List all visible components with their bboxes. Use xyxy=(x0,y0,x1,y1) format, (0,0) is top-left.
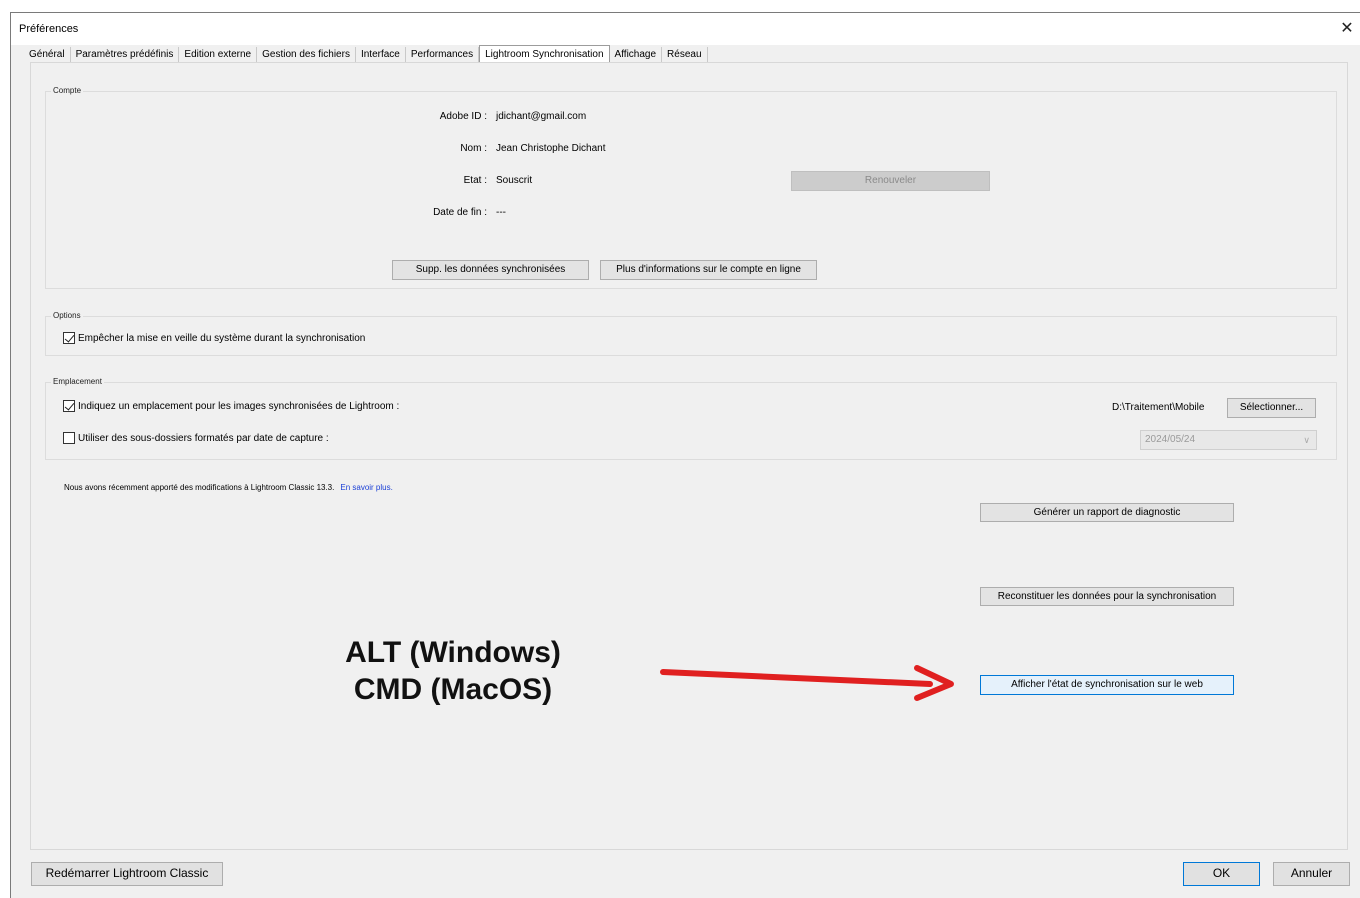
tab-presets[interactable]: Paramètres prédéfinis xyxy=(70,47,180,63)
date-subfolders-label: Utiliser des sous-dossiers formatés par … xyxy=(78,432,329,444)
restart-lightroom-button[interactable]: Redémarrer Lightroom Classic xyxy=(31,862,223,886)
chevron-down-icon: ∨ xyxy=(1303,435,1310,445)
annotation-line-1: ALT (Windows) xyxy=(345,636,561,669)
rebuild-sync-data-button[interactable]: Reconstituer les données pour la synchro… xyxy=(980,587,1234,606)
close-icon[interactable]: ✕ xyxy=(1333,17,1360,41)
select-location-button[interactable]: Sélectionner... xyxy=(1227,398,1316,418)
location-path: D:\Traitement\Mobile xyxy=(1112,402,1205,413)
prevent-sleep-checkbox-box[interactable] xyxy=(63,332,75,344)
red-arrow-icon xyxy=(660,665,954,701)
annotation-line-2: CMD (MacOS) xyxy=(353,673,553,706)
tab-interface[interactable]: Interface xyxy=(355,47,406,63)
tab-external-editing[interactable]: Edition externe xyxy=(179,47,258,63)
date-format-select: 2024/05/24 ∨ xyxy=(1140,430,1317,450)
show-web-sync-status-button[interactable]: Afficher l'état de synchronisation sur l… xyxy=(980,675,1234,695)
update-notice: Nous avons récemment apporté des modific… xyxy=(64,483,393,492)
prevent-sleep-label: Empêcher la mise en veille du système du… xyxy=(78,332,366,344)
options-group-label: Options xyxy=(51,311,83,320)
name-value: Jean Christophe Dichant xyxy=(496,143,606,154)
delete-synced-data-button[interactable]: Supp. les données synchronisées xyxy=(392,260,589,280)
tab-general[interactable]: Général xyxy=(24,47,71,63)
online-account-info-button[interactable]: Plus d'informations sur le compte en lig… xyxy=(600,260,817,280)
sync-location-checkbox-box[interactable] xyxy=(63,400,75,412)
tab-display[interactable]: Affichage xyxy=(609,47,663,63)
cancel-button[interactable]: Annuler xyxy=(1273,862,1350,886)
adobe-id-label: Adobe ID : xyxy=(439,111,487,122)
end-date-value: --- xyxy=(496,207,506,218)
adobe-id-value: jdichant@gmail.com xyxy=(496,111,587,122)
date-subfolders-checkbox[interactable]: Utiliser des sous-dossiers formatés par … xyxy=(63,432,329,444)
title-bar: Préférences ✕ xyxy=(11,13,1360,45)
tab-lightroom-sync[interactable]: Lightroom Synchronisation xyxy=(479,45,610,63)
renew-button: Renouveler xyxy=(791,171,990,191)
name-label: Nom : xyxy=(460,143,487,154)
ok-button[interactable]: OK xyxy=(1183,862,1260,886)
tab-performance[interactable]: Performances xyxy=(405,47,480,63)
annotation-text: ALT (Windows) CMD (MacOS) xyxy=(303,634,603,708)
account-group-label: Compte xyxy=(51,86,84,95)
sync-location-label: Indiquez un emplacement pour les images … xyxy=(78,400,400,412)
tab-bar: Général Paramètres prédéfinis Edition ex… xyxy=(24,45,708,63)
update-notice-text: Nous avons récemment apporté des modific… xyxy=(64,483,335,492)
date-subfolders-checkbox-box[interactable] xyxy=(63,432,75,444)
tab-network[interactable]: Réseau xyxy=(662,47,708,63)
generate-diagnostic-button[interactable]: Générer un rapport de diagnostic xyxy=(980,503,1234,522)
red-arrow-shaft xyxy=(660,669,933,687)
status-value: Souscrit xyxy=(496,175,533,186)
location-group-label: Emplacement xyxy=(51,377,104,386)
window-title: Préférences xyxy=(19,23,79,35)
tab-file-handling[interactable]: Gestion des fichiers xyxy=(257,47,356,63)
date-format-value: 2024/05/24 xyxy=(1145,434,1196,445)
status-label: Etat : xyxy=(463,175,487,186)
learn-more-link[interactable]: En savoir plus. xyxy=(340,483,392,492)
sync-location-checkbox[interactable]: Indiquez un emplacement pour les images … xyxy=(63,400,399,412)
end-date-label: Date de fin : xyxy=(433,207,487,218)
prevent-sleep-checkbox[interactable]: Empêcher la mise en veille du système du… xyxy=(63,332,365,344)
